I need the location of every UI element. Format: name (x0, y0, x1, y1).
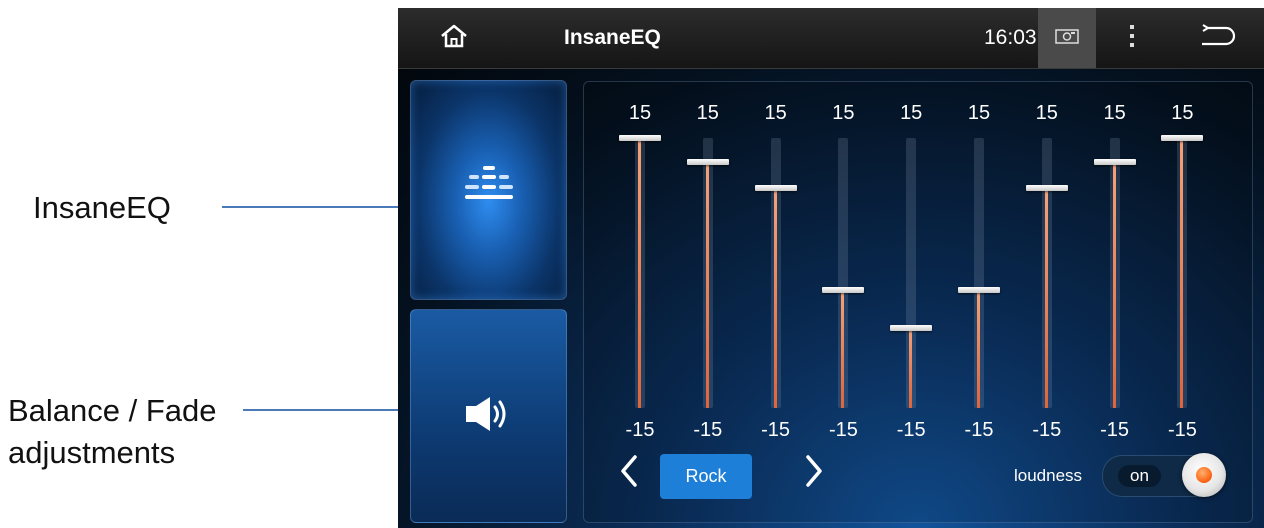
eq-band-3: 15 -15 (748, 82, 804, 522)
screenshot-icon (1055, 28, 1079, 49)
band-max-label: 15 (967, 102, 991, 124)
band-min-label: -15 (1100, 419, 1130, 441)
preset-selector[interactable]: Rock (660, 454, 752, 499)
annotation-balance-line (243, 409, 398, 411)
band-max-label: 15 (628, 102, 652, 124)
band-level-fill (1180, 138, 1184, 408)
speaker-icon (464, 394, 514, 439)
more-vert-icon (1129, 24, 1135, 53)
annotation-balance-line1: Balance / Fade (8, 393, 217, 428)
equalizer-tab[interactable] (410, 80, 567, 300)
band-level-fill (638, 138, 641, 408)
band-slider-handle[interactable] (1093, 159, 1136, 166)
band-slider-handle[interactable] (822, 287, 865, 294)
band-min-label: -15 (964, 419, 994, 441)
band-slider-handle[interactable] (890, 324, 933, 331)
band-level-fill (1044, 187, 1048, 408)
band-slider-handle[interactable] (754, 184, 797, 191)
band-level-fill (773, 187, 777, 408)
balance-fade-tab[interactable] (410, 309, 567, 523)
loudness-label: loudness (1014, 466, 1083, 485)
band-max-label: 15 (764, 102, 787, 124)
band-max-label: 15 (900, 102, 923, 124)
back-icon (1198, 23, 1236, 53)
app-title-wrap: InsaneEQ (564, 8, 661, 68)
app-title: InsaneEQ (564, 26, 661, 49)
band-level-fill (841, 290, 845, 408)
band-level-fill (705, 162, 709, 408)
home-icon (439, 23, 469, 54)
band-max-label: 15 (1103, 102, 1126, 124)
loudness-toggle-knob[interactable] (1182, 453, 1226, 497)
more-options-button[interactable] (1110, 8, 1154, 68)
clock-wrap: 16:03 (984, 8, 1037, 68)
band-level-fill (1112, 162, 1116, 408)
band-max-label: 15 (832, 102, 855, 124)
band-slider-handle[interactable] (1161, 135, 1204, 141)
eq-band-5: 15 -15 (883, 82, 939, 522)
annotation-insaneeq-line (222, 206, 398, 208)
eq-band-6: 15 -15 (951, 82, 1007, 522)
loudness-state: on (1118, 465, 1161, 487)
band-min-label: -15 (625, 419, 655, 441)
band-min-label: -15 (1167, 419, 1197, 441)
band-slider-handle[interactable] (619, 135, 661, 141)
next-preset-button[interactable] (802, 453, 826, 493)
back-button[interactable] (1192, 8, 1242, 68)
screenshot-button[interactable] (1038, 8, 1096, 68)
band-level-fill (909, 327, 913, 408)
clock: 16:03 (984, 26, 1037, 49)
band-max-label: 15 (1171, 102, 1194, 124)
toggle-indicator-dot (1196, 467, 1212, 483)
band-min-label: -15 (761, 419, 791, 441)
equalizer-panel: 15 -15 15 -15 15 -15 15 -15 15 -15 15 -15 15 -15 15 -15… (583, 81, 1253, 523)
chevron-left-icon (620, 454, 638, 492)
band-slider-handle[interactable] (1025, 184, 1068, 191)
previous-preset-button[interactable] (617, 453, 641, 493)
equalizer-screen: 15 -15 15 -15 15 -15 15 -15 15 -15 15 -15 15 -15 15 -15… (398, 69, 1264, 528)
home-button[interactable] (428, 8, 480, 68)
band-min-label: -15 (828, 419, 858, 441)
band-max-label: 15 (696, 102, 719, 124)
band-min-label: -15 (896, 419, 926, 441)
band-slider-handle[interactable] (686, 159, 729, 166)
annotation-balance-label: Balance / Fade adjustments (8, 390, 217, 474)
loudness-toggle[interactable]: on (1102, 453, 1226, 497)
band-max-label: 15 (1035, 102, 1058, 124)
band-min-label: -15 (693, 419, 723, 441)
chevron-right-icon (805, 454, 823, 492)
annotation-balance-line2: adjustments (8, 434, 176, 470)
band-slider-handle[interactable] (958, 287, 1000, 294)
band-min-label: -15 (1032, 419, 1062, 441)
head-unit-screen: InsaneEQ 16:03 15 -15 15 -15 15 -15 15 -… (398, 8, 1264, 528)
annotation-insaneeq-label: InsaneEQ (33, 190, 171, 225)
band-level-fill (977, 290, 980, 408)
title-bar: InsaneEQ 16:03 (398, 8, 1264, 69)
equalizer-icon (463, 165, 515, 215)
eq-band-7: 15 -15 (1019, 82, 1075, 522)
